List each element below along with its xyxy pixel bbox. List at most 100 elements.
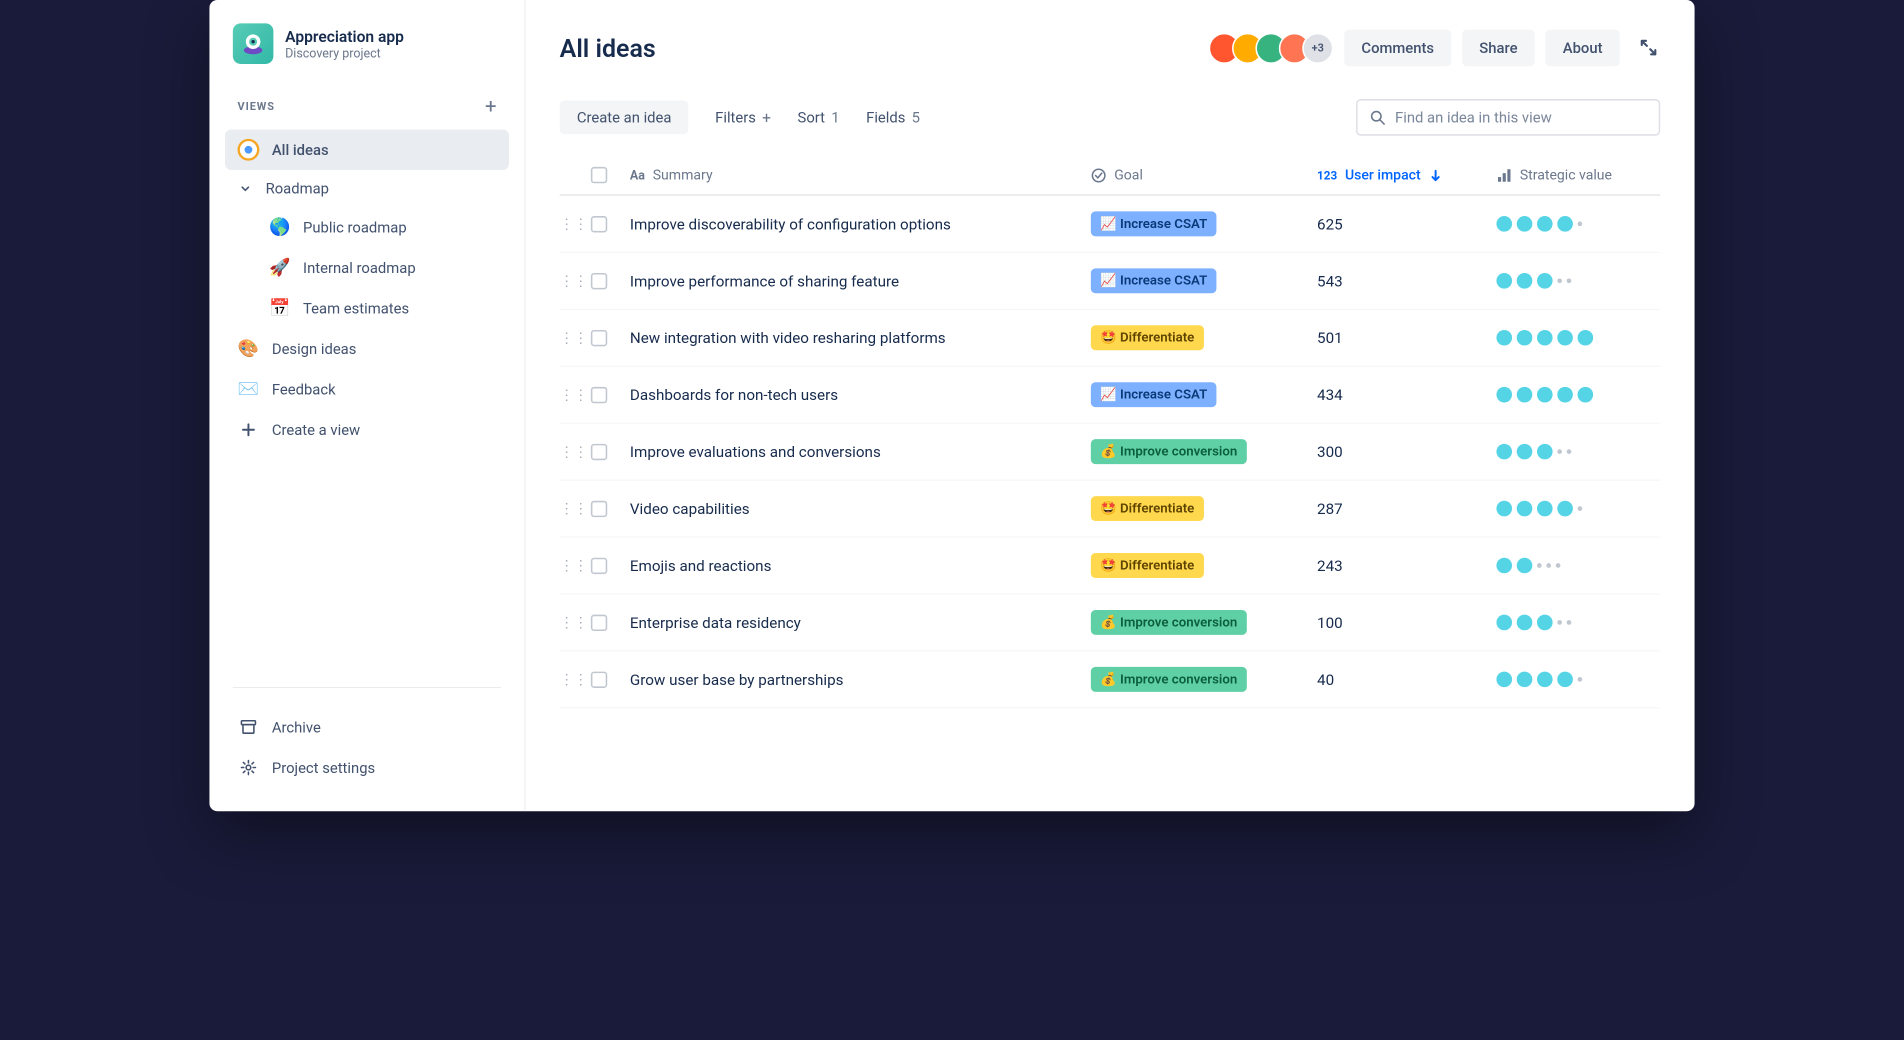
avatar-more[interactable]: +3 [1302,32,1333,63]
row-summary: New integration with video resharing pla… [630,329,1091,347]
text-icon: Aa [630,168,645,183]
share-button[interactable]: Share [1462,30,1535,67]
add-view-button[interactable]: + [485,95,497,118]
sidebar-item-internal-roadmap[interactable]: 🚀 Internal roadmap [225,247,509,288]
search-icon [1370,110,1386,126]
table-row[interactable]: ⋮⋮Grow user base by partnerships💰 Improv… [560,651,1661,708]
strategic-value-dots [1496,501,1660,517]
drag-handle-icon[interactable]: ⋮⋮ [560,500,588,516]
goal-tag[interactable]: 🤩 Differentiate [1091,325,1204,350]
column-user-impact[interactable]: 123 User impact [1317,167,1496,183]
column-goal[interactable]: Goal [1091,167,1317,183]
fields-button[interactable]: Fields 5 [866,101,920,135]
drag-handle-icon[interactable]: ⋮⋮ [560,216,588,232]
sidebar-item-all-ideas[interactable]: All ideas [225,129,509,170]
strategic-value-dots [1496,216,1660,232]
row-checkbox[interactable] [591,614,607,630]
sidebar-item-design-ideas[interactable]: 🎨 Design ideas [225,328,509,369]
table-row[interactable]: ⋮⋮Dashboards for non-tech users📈 Increas… [560,367,1661,424]
sidebar-item-public-roadmap[interactable]: 🌎 Public roadmap [225,207,509,248]
sidebar-item-label: Create a view [272,421,360,439]
search-input[interactable] [1395,108,1646,126]
row-checkbox[interactable] [591,386,607,402]
drag-handle-icon[interactable]: ⋮⋮ [560,443,588,459]
select-all-checkbox[interactable] [591,167,607,183]
goal-tag[interactable]: 📈 Increase CSAT [1091,211,1217,236]
row-summary: Improve performance of sharing feature [630,272,1091,290]
dot-empty [1578,677,1583,682]
sort-count: 1 [831,108,839,126]
column-strategic-value[interactable]: Strategic value [1496,167,1660,183]
sidebar-item-create-view[interactable]: Create a view [225,410,509,451]
dot-filled [1537,444,1553,460]
table-row[interactable]: ⋮⋮ Improve performance of sharing feature… [560,253,1661,310]
row-checkbox[interactable] [591,216,607,232]
dot-filled [1537,501,1553,517]
sidebar-item-team-estimates[interactable]: 📅 Team estimates [225,288,509,329]
drag-handle-icon[interactable]: ⋮⋮ [560,614,588,630]
dot-filled [1557,216,1573,232]
avatar-stack[interactable]: +3 [1209,32,1334,63]
row-checkbox[interactable] [591,330,607,346]
strategic-value-dots [1496,273,1660,289]
strategic-value-dots [1496,444,1660,460]
create-idea-button[interactable]: Create an idea [560,101,689,135]
table-row[interactable]: ⋮⋮ Improve evaluations and conversions💰 I… [560,424,1661,481]
dot-filled [1517,330,1533,346]
dot-filled [1517,387,1533,403]
drag-handle-icon[interactable]: ⋮⋮ [560,386,588,402]
row-checkbox[interactable] [591,557,607,573]
goal-tag[interactable]: 💰 Improve conversion [1091,439,1247,464]
drag-handle-icon[interactable]: ⋮⋮ [560,671,588,687]
topbar: All ideas +3 Comments Share About [560,30,1661,67]
column-summary[interactable]: Aa Summary [630,167,1091,183]
filters-label: Filters [715,108,756,126]
strategic-value-dots [1496,615,1660,631]
plus-icon: + [762,108,771,127]
goal-tag[interactable]: 💰 Improve conversion [1091,667,1247,692]
expand-icon[interactable] [1638,37,1660,59]
table-row[interactable]: ⋮⋮Video capabilities🤩 Differentiate287 [560,480,1661,537]
compass-icon [238,139,260,161]
dot-filled [1517,216,1533,232]
goal-tag[interactable]: 📈 Increase CSAT [1091,268,1217,293]
row-checkbox[interactable] [591,500,607,516]
goal-tag[interactable]: 🤩 Differentiate [1091,496,1204,521]
user-impact-value: 434 [1317,386,1496,404]
sidebar-item-roadmap[interactable]: Roadmap [225,170,509,207]
row-summary: Improve evaluations and conversions [630,443,1091,461]
table-row[interactable]: ⋮⋮ Improve discoverability of configurati… [560,196,1661,253]
table-row[interactable]: ⋮⋮Enterprise data residency💰 Improve con… [560,594,1661,651]
row-summary: Improve discoverability of configuration… [630,215,1091,233]
row-checkbox[interactable] [591,273,607,289]
column-label: Strategic value [1520,167,1612,183]
dot-filled [1517,558,1533,574]
goal-tag[interactable]: 📈 Increase CSAT [1091,382,1217,407]
sort-button[interactable]: Sort 1 [798,101,840,135]
about-button[interactable]: About [1546,30,1620,67]
dot-filled [1496,273,1512,289]
project-header[interactable]: Appreciation app Discovery project [225,23,509,64]
sidebar-divider [233,687,501,688]
table-row[interactable]: ⋮⋮ New integration with video resharing p… [560,310,1661,367]
row-checkbox[interactable] [591,671,607,687]
goal-tag[interactable]: 💰 Improve conversion [1091,610,1247,635]
sidebar-item-project-settings[interactable]: Project settings [225,747,509,788]
filters-button[interactable]: Filters + [715,100,771,134]
views-label: VIEWS [238,101,275,113]
sidebar-item-label: Team estimates [303,299,409,317]
drag-handle-icon[interactable]: ⋮⋮ [560,273,588,289]
table-row[interactable]: ⋮⋮Emojis and reactions🤩 Differentiate243 [560,537,1661,594]
row-checkbox[interactable] [591,443,607,459]
user-impact-value: 300 [1317,443,1496,461]
plus-icon [238,419,260,441]
comments-button[interactable]: Comments [1344,30,1451,67]
search-box[interactable] [1356,99,1660,136]
drag-handle-icon[interactable]: ⋮⋮ [560,330,588,346]
bars-icon [1496,167,1512,183]
strategic-value-dots [1496,387,1660,403]
sidebar-item-archive[interactable]: Archive [225,707,509,748]
drag-handle-icon[interactable]: ⋮⋮ [560,557,588,573]
goal-tag[interactable]: 🤩 Differentiate [1091,553,1204,578]
sidebar-item-feedback[interactable]: ✉️ Feedback [225,369,509,410]
